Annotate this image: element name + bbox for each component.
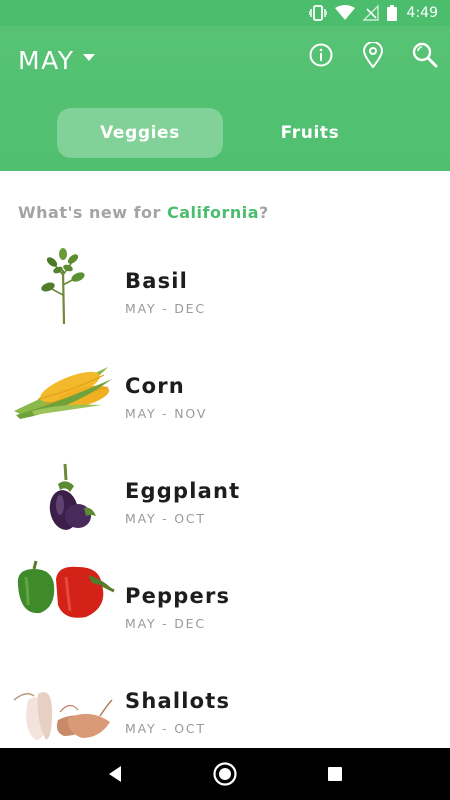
system-nav-bar <box>0 748 450 800</box>
item-name: Basil <box>125 269 189 293</box>
list-item[interactable]: Corn MAY - NOV <box>0 335 450 440</box>
item-name: Corn <box>125 374 185 398</box>
eggplant-image <box>12 450 116 534</box>
app-header: MAY Veggies Fruits <box>0 26 450 171</box>
list-item[interactable]: Peppers MAY - DEC <box>0 545 450 650</box>
month-selector[interactable]: MAY <box>18 46 95 75</box>
item-name: Shallots <box>125 689 231 713</box>
back-icon[interactable] <box>100 759 130 789</box>
info-icon[interactable] <box>308 42 334 68</box>
search-icon[interactable] <box>412 42 438 68</box>
basil-image <box>12 240 116 325</box>
item-season: MAY - DEC <box>125 616 206 631</box>
tab-veggies[interactable]: Veggies <box>57 108 223 158</box>
recents-icon[interactable] <box>320 759 350 789</box>
list-item[interactable]: Eggplant MAY - OCT <box>0 440 450 545</box>
item-season: MAY - DEC <box>125 301 206 316</box>
peppers-image <box>12 555 116 639</box>
wifi-icon <box>334 5 355 21</box>
item-name: Peppers <box>125 584 231 608</box>
item-season: MAY - OCT <box>125 511 206 526</box>
vibrate-icon <box>308 5 327 21</box>
list-item[interactable]: Shallots MAY - OCT <box>0 650 450 755</box>
item-season: MAY - NOV <box>125 406 208 421</box>
status-time: 4:49 <box>406 5 438 21</box>
status-bar: 4:49 <box>0 0 450 26</box>
location-link[interactable]: California <box>167 203 259 222</box>
location-pin-icon[interactable] <box>360 42 386 68</box>
tab-fruits[interactable]: Fruits <box>227 108 393 158</box>
item-name: Eggplant <box>125 479 241 503</box>
prompt-prefix: What's new for <box>18 203 167 222</box>
shallots-image <box>12 660 116 744</box>
month-label: MAY <box>18 46 75 75</box>
no-signal-icon <box>362 5 379 21</box>
produce-list: Basil MAY - DEC Corn MAY - NOV Eggplant … <box>0 230 450 755</box>
home-icon[interactable] <box>210 759 240 789</box>
category-tabs: Veggies Fruits <box>57 108 393 158</box>
item-season: MAY - OCT <box>125 721 206 736</box>
location-prompt: What's new for California? <box>18 203 269 222</box>
prompt-suffix: ? <box>259 203 269 222</box>
list-item[interactable]: Basil MAY - DEC <box>0 230 450 335</box>
dropdown-caret-icon <box>82 54 95 61</box>
corn-image <box>12 345 116 429</box>
battery-icon <box>386 5 397 21</box>
